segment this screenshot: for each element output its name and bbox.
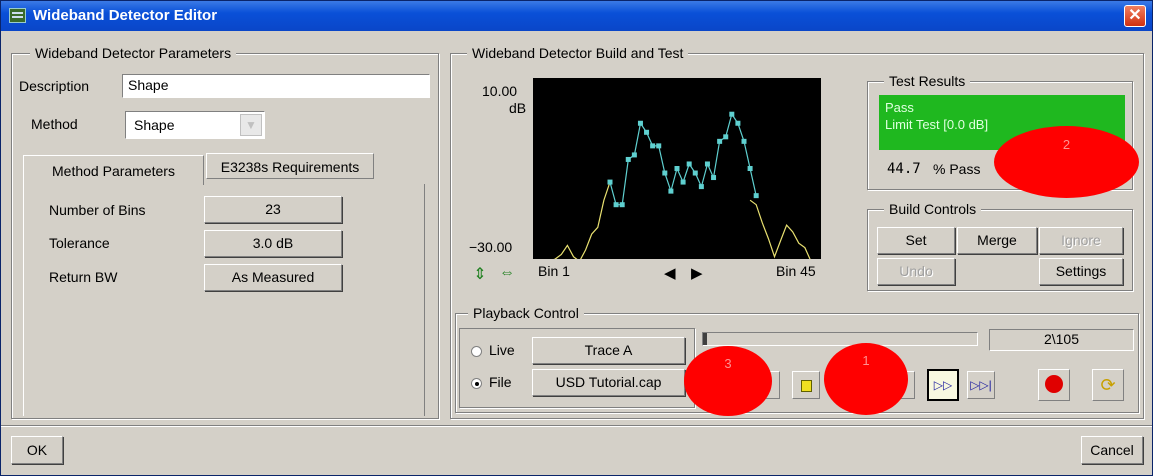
detector-point[interactable] — [631, 152, 637, 158]
app-icon — [9, 8, 26, 23]
frame-counter: 2\105 — [989, 329, 1134, 351]
detector-point[interactable] — [650, 143, 656, 149]
detector-point[interactable] — [747, 166, 753, 171]
dialog-window: Wideband Detector Editor ✕ Wideband Dete… — [0, 0, 1153, 476]
fast-forward-icon: ▷▷ — [933, 378, 953, 392]
stop-icon — [800, 379, 812, 392]
detector-point[interactable] — [729, 111, 735, 117]
progress-thumb[interactable] — [703, 333, 707, 345]
close-icon: ✕ — [1128, 7, 1142, 24]
detector-point[interactable] — [741, 138, 747, 144]
record-icon — [1045, 374, 1063, 393]
window-title: Wideband Detector Editor — [33, 7, 218, 24]
pass-percent-suffix: % Pass — [933, 161, 981, 177]
live-source-button[interactable]: Trace A — [532, 337, 685, 364]
detector-point[interactable] — [674, 166, 680, 171]
method-label: Method — [31, 116, 78, 132]
detector-point[interactable] — [717, 138, 723, 144]
loop-icon: ⟳ — [1100, 375, 1116, 395]
title-bar[interactable]: Wideband Detector Editor ✕ — [1, 1, 1152, 31]
tolerance-label: Tolerance — [49, 235, 110, 251]
fast-forward-button[interactable]: ▷▷ — [927, 369, 959, 401]
skip-to-end-button[interactable]: ▷▷| — [967, 371, 995, 399]
detector-point[interactable] — [723, 134, 729, 140]
return-bw-field[interactable]: As Measured — [204, 264, 342, 291]
number-of-bins-field[interactable]: 23 — [204, 196, 342, 223]
detector-point[interactable] — [753, 193, 759, 199]
y-axis-unit-label: dB — [509, 100, 527, 116]
detector-point[interactable] — [692, 170, 698, 176]
merge-button[interactable]: Merge — [957, 227, 1037, 254]
detector-point[interactable] — [644, 129, 650, 135]
detector-point[interactable] — [704, 161, 710, 167]
playback-progress-bar[interactable] — [702, 332, 978, 346]
detector-point[interactable] — [637, 120, 643, 126]
parameters-legend: Wideband Detector Parameters — [30, 45, 237, 61]
set-button[interactable]: Set — [877, 227, 955, 254]
tab-e3238s-requirements[interactable]: E3238s Requirements — [206, 153, 374, 179]
detector-point[interactable] — [680, 179, 686, 185]
number-of-bins-label: Number of Bins — [49, 202, 146, 218]
plot-svg — [553, 111, 811, 259]
file-radio[interactable] — [471, 378, 482, 389]
loop-button[interactable]: ⟳ — [1092, 369, 1124, 401]
zoom-horizontal-icon[interactable]: ⇔ — [496, 264, 518, 284]
ignore-button[interactable]: Ignore — [1039, 227, 1123, 254]
detector-point[interactable] — [711, 175, 717, 181]
detector-point[interactable] — [668, 188, 674, 194]
y-axis-top-label: 10.00 — [482, 83, 518, 99]
description-label: Description — [19, 78, 90, 94]
pass-status-text: Pass — [885, 100, 914, 115]
ok-button[interactable]: OK — [11, 436, 63, 464]
detector-point[interactable] — [607, 179, 613, 185]
record-button[interactable] — [1038, 369, 1070, 401]
description-input[interactable]: Shape — [122, 74, 430, 98]
detector-plot[interactable] — [533, 78, 821, 259]
scroll-right-icon[interactable]: ▶ — [691, 264, 703, 282]
detector-point[interactable] — [656, 143, 662, 149]
series-line-trace — [553, 181, 811, 259]
pass-percent-value: 44.7 — [887, 161, 921, 177]
y-axis-bottom-label: −30.00 — [469, 239, 513, 255]
close-button[interactable]: ✕ — [1124, 5, 1146, 27]
detector-point[interactable] — [625, 156, 631, 162]
x-axis-right-label: Bin 45 — [776, 263, 816, 279]
test-results-legend: Test Results — [884, 73, 971, 89]
method-value: Shape — [134, 117, 175, 133]
detector-point[interactable] — [662, 170, 668, 176]
method-select[interactable]: Shape ▼ — [125, 111, 265, 139]
tab-method-parameters[interactable]: Method Parameters — [23, 155, 204, 185]
build-controls-legend: Build Controls — [884, 201, 982, 217]
return-bw-label: Return BW — [49, 269, 118, 285]
x-axis-left-label: Bin 1 — [538, 263, 570, 279]
stop-button[interactable] — [792, 371, 820, 399]
skip-to-end-icon: ▷▷| — [970, 378, 992, 392]
live-label[interactable]: Live — [489, 342, 515, 358]
annotation-marker-3: 3 — [684, 346, 772, 416]
series-line-detector — [609, 112, 757, 206]
playback-legend: Playback Control — [468, 305, 584, 321]
annotation-marker-1: 1 — [824, 343, 908, 415]
zoom-vertical-icon[interactable]: ⇕ — [469, 264, 491, 284]
dropdown-arrow-icon[interactable]: ▼ — [240, 114, 262, 136]
undo-button[interactable]: Undo — [877, 258, 955, 285]
file-label[interactable]: File — [489, 374, 512, 390]
cancel-button[interactable]: Cancel — [1081, 436, 1143, 464]
footer-divider — [1, 425, 1152, 427]
scroll-left-icon[interactable]: ◀ — [664, 264, 676, 282]
detector-point[interactable] — [619, 202, 625, 208]
detector-point[interactable] — [698, 184, 704, 190]
file-source-button[interactable]: USD Tutorial.cap — [532, 369, 685, 396]
build-test-legend: Wideband Detector Build and Test — [467, 45, 689, 61]
detector-point[interactable] — [613, 202, 619, 208]
tolerance-field[interactable]: 3.0 dB — [204, 230, 342, 257]
detector-point[interactable] — [686, 161, 692, 167]
settings-button[interactable]: Settings — [1039, 258, 1123, 285]
annotation-marker-2: 2 — [994, 126, 1139, 198]
detector-point[interactable] — [735, 120, 741, 126]
live-radio[interactable] — [471, 346, 482, 357]
